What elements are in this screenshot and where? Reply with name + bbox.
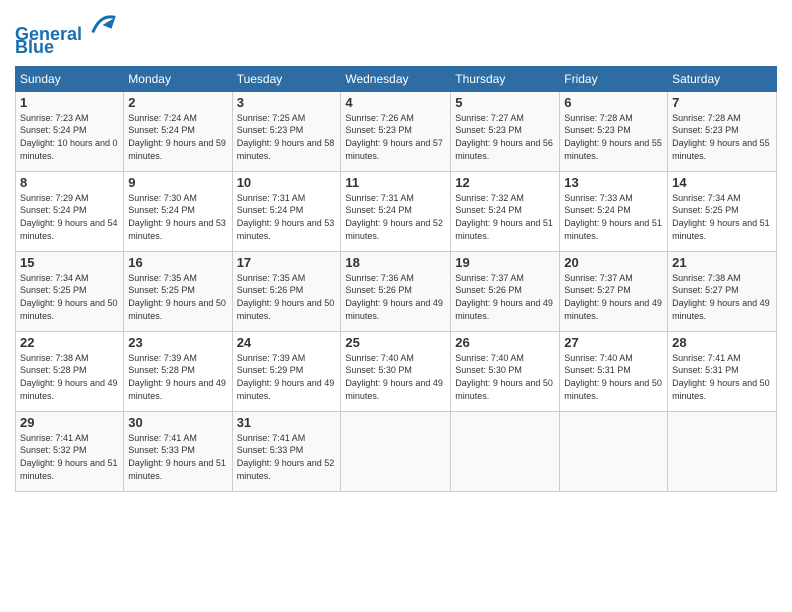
column-header-friday: Friday xyxy=(560,66,668,91)
calendar-day-15: 15Sunrise: 7:34 AMSunset: 5:25 PMDayligh… xyxy=(16,251,124,331)
calendar-day-30: 30Sunrise: 7:41 AMSunset: 5:33 PMDayligh… xyxy=(124,411,232,491)
calendar-day-empty xyxy=(560,411,668,491)
calendar-day-2: 2Sunrise: 7:24 AMSunset: 5:24 PMDaylight… xyxy=(124,91,232,171)
calendar-day-21: 21Sunrise: 7:38 AMSunset: 5:27 PMDayligh… xyxy=(668,251,777,331)
calendar-day-11: 11Sunrise: 7:31 AMSunset: 5:24 PMDayligh… xyxy=(341,171,451,251)
page-container: General Blue SundayMondayTuesdayWednesda… xyxy=(0,0,792,502)
calendar-day-14: 14Sunrise: 7:34 AMSunset: 5:25 PMDayligh… xyxy=(668,171,777,251)
calendar-day-9: 9Sunrise: 7:30 AMSunset: 5:24 PMDaylight… xyxy=(124,171,232,251)
calendar-week-3: 15Sunrise: 7:34 AMSunset: 5:25 PMDayligh… xyxy=(16,251,777,331)
calendar-day-22: 22Sunrise: 7:38 AMSunset: 5:28 PMDayligh… xyxy=(16,331,124,411)
column-header-monday: Monday xyxy=(124,66,232,91)
calendar-week-1: 1Sunrise: 7:23 AMSunset: 5:24 PMDaylight… xyxy=(16,91,777,171)
column-header-saturday: Saturday xyxy=(668,66,777,91)
calendar-day-8: 8Sunrise: 7:29 AMSunset: 5:24 PMDaylight… xyxy=(16,171,124,251)
column-header-thursday: Thursday xyxy=(451,66,560,91)
calendar-day-17: 17Sunrise: 7:35 AMSunset: 5:26 PMDayligh… xyxy=(232,251,341,331)
calendar-day-18: 18Sunrise: 7:36 AMSunset: 5:26 PMDayligh… xyxy=(341,251,451,331)
calendar-day-1: 1Sunrise: 7:23 AMSunset: 5:24 PMDaylight… xyxy=(16,91,124,171)
column-header-tuesday: Tuesday xyxy=(232,66,341,91)
calendar-day-3: 3Sunrise: 7:25 AMSunset: 5:23 PMDaylight… xyxy=(232,91,341,171)
calendar-day-13: 13Sunrise: 7:33 AMSunset: 5:24 PMDayligh… xyxy=(560,171,668,251)
calendar-day-29: 29Sunrise: 7:41 AMSunset: 5:32 PMDayligh… xyxy=(16,411,124,491)
calendar-day-20: 20Sunrise: 7:37 AMSunset: 5:27 PMDayligh… xyxy=(560,251,668,331)
calendar-day-4: 4Sunrise: 7:26 AMSunset: 5:23 PMDaylight… xyxy=(341,91,451,171)
calendar-day-25: 25Sunrise: 7:40 AMSunset: 5:30 PMDayligh… xyxy=(341,331,451,411)
calendar-body: 1Sunrise: 7:23 AMSunset: 5:24 PMDaylight… xyxy=(16,91,777,491)
column-header-sunday: Sunday xyxy=(16,66,124,91)
calendar-day-26: 26Sunrise: 7:40 AMSunset: 5:30 PMDayligh… xyxy=(451,331,560,411)
calendar-header-row: SundayMondayTuesdayWednesdayThursdayFrid… xyxy=(16,66,777,91)
column-header-wednesday: Wednesday xyxy=(341,66,451,91)
calendar-day-7: 7Sunrise: 7:28 AMSunset: 5:23 PMDaylight… xyxy=(668,91,777,171)
calendar-day-23: 23Sunrise: 7:39 AMSunset: 5:28 PMDayligh… xyxy=(124,331,232,411)
calendar-week-5: 29Sunrise: 7:41 AMSunset: 5:32 PMDayligh… xyxy=(16,411,777,491)
calendar-day-empty xyxy=(341,411,451,491)
logo-icon xyxy=(89,10,119,40)
calendar-day-24: 24Sunrise: 7:39 AMSunset: 5:29 PMDayligh… xyxy=(232,331,341,411)
calendar-week-4: 22Sunrise: 7:38 AMSunset: 5:28 PMDayligh… xyxy=(16,331,777,411)
page-header: General Blue xyxy=(15,10,777,58)
calendar-day-27: 27Sunrise: 7:40 AMSunset: 5:31 PMDayligh… xyxy=(560,331,668,411)
calendar-day-10: 10Sunrise: 7:31 AMSunset: 5:24 PMDayligh… xyxy=(232,171,341,251)
calendar-day-28: 28Sunrise: 7:41 AMSunset: 5:31 PMDayligh… xyxy=(668,331,777,411)
calendar-day-empty xyxy=(668,411,777,491)
calendar-day-5: 5Sunrise: 7:27 AMSunset: 5:23 PMDaylight… xyxy=(451,91,560,171)
calendar-week-2: 8Sunrise: 7:29 AMSunset: 5:24 PMDaylight… xyxy=(16,171,777,251)
calendar-day-6: 6Sunrise: 7:28 AMSunset: 5:23 PMDaylight… xyxy=(560,91,668,171)
calendar-day-31: 31Sunrise: 7:41 AMSunset: 5:33 PMDayligh… xyxy=(232,411,341,491)
calendar-day-12: 12Sunrise: 7:32 AMSunset: 5:24 PMDayligh… xyxy=(451,171,560,251)
calendar-day-19: 19Sunrise: 7:37 AMSunset: 5:26 PMDayligh… xyxy=(451,251,560,331)
calendar-day-16: 16Sunrise: 7:35 AMSunset: 5:25 PMDayligh… xyxy=(124,251,232,331)
logo: General Blue xyxy=(15,10,119,58)
calendar-table: SundayMondayTuesdayWednesdayThursdayFrid… xyxy=(15,66,777,492)
calendar-day-empty xyxy=(451,411,560,491)
